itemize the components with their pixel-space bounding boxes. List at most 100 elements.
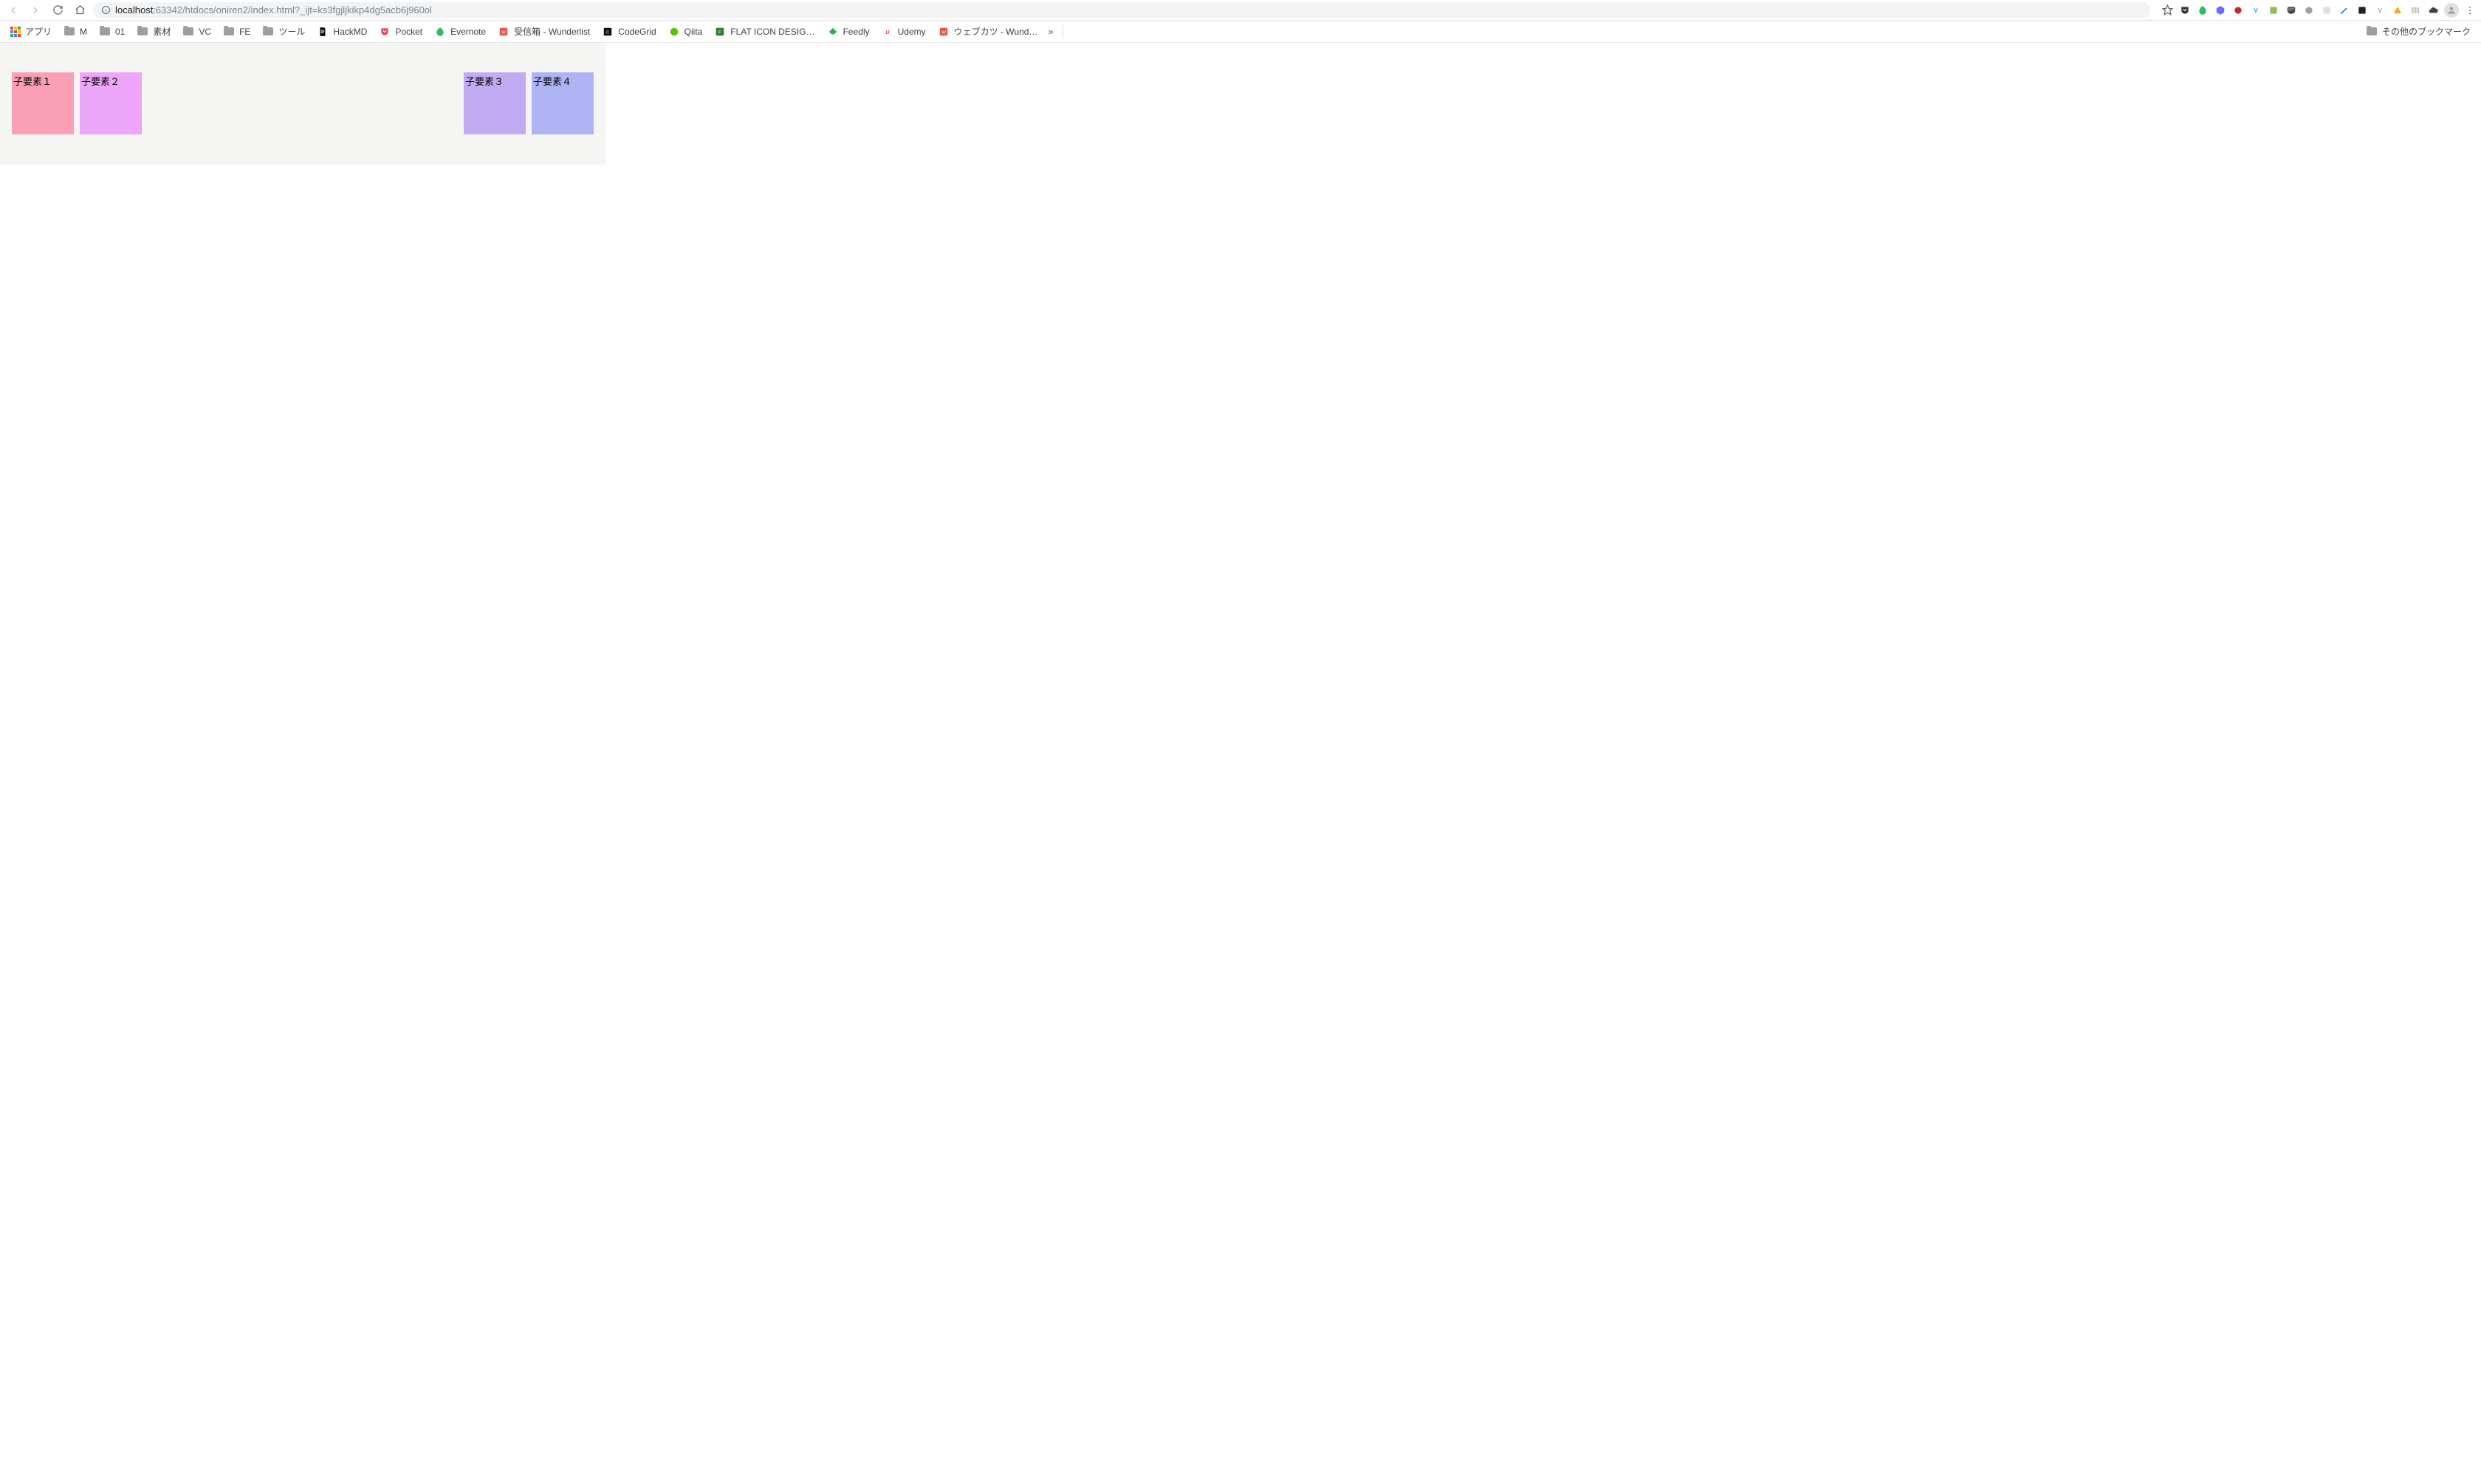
- bookmark-item[interactable]: W ウェブカツ - Wund…: [933, 22, 1043, 41]
- bookmark-item[interactable]: F FLAT ICON DESIG…: [710, 23, 819, 41]
- bookmark-folder[interactable]: M: [59, 23, 92, 41]
- bookmark-item-label: FLAT ICON DESIG…: [730, 27, 814, 37]
- profile-avatar[interactable]: [2444, 3, 2459, 18]
- bookmark-item-label: Feedly: [843, 27, 870, 37]
- address-bar[interactable]: localhost:63342/htdocs/oniren2/index.htm…: [93, 2, 2150, 18]
- browser-menu-button[interactable]: [2463, 4, 2477, 17]
- svg-text:C: C: [606, 30, 609, 35]
- bookmark-item-label: ウェブカツ - Wund…: [954, 25, 1038, 38]
- bookmark-item-label: Evernote: [450, 27, 486, 37]
- address-path: :63342/htdocs/oniren2/index.html?_ijt=ks…: [153, 4, 432, 16]
- pencil-ext-icon[interactable]: [2338, 4, 2351, 17]
- apps-button[interactable]: アプリ: [6, 22, 56, 41]
- home-button[interactable]: [71, 1, 89, 19]
- wunder-icon: W: [498, 26, 509, 38]
- browser-chrome: localhost:63342/htdocs/oniren2/index.htm…: [0, 0, 2481, 43]
- cube-ext-icon[interactable]: [2214, 4, 2227, 17]
- bookmark-folder-label: VC: [199, 27, 211, 37]
- forward-button[interactable]: [27, 1, 44, 19]
- apps-label: アプリ: [25, 25, 52, 38]
- bookmark-item[interactable]: Qiita: [664, 23, 707, 41]
- bookmark-item-label: Udemy: [898, 27, 926, 37]
- webkatsu-icon: W: [938, 26, 950, 38]
- child-box-1: 子要素１: [12, 72, 74, 134]
- evernote-icon: [434, 26, 446, 38]
- pocket-icon: [379, 26, 391, 38]
- star-icon[interactable]: [2161, 4, 2174, 17]
- folder-icon: [99, 26, 111, 38]
- folder-icon: [2366, 26, 2378, 38]
- svg-text:W: W: [941, 30, 946, 35]
- folder-icon: [137, 26, 148, 38]
- qiita-icon: [668, 26, 680, 38]
- y-ext-icon[interactable]: V: [2249, 4, 2262, 17]
- bookmark-item-label: 受信箱 - Wunderlist: [514, 25, 590, 38]
- svg-text:V: V: [2254, 7, 2258, 13]
- barcode-ext-icon[interactable]: [2409, 4, 2422, 17]
- bookmark-item-label: HackMD: [333, 27, 367, 37]
- reload-button[interactable]: [49, 1, 66, 19]
- bookmark-item-label: Qiita: [684, 27, 703, 37]
- bookmark-folder[interactable]: 01: [95, 23, 129, 41]
- codegrid-icon: C: [602, 26, 614, 38]
- svg-text:u: u: [885, 27, 890, 35]
- udemy-icon: u: [882, 26, 893, 38]
- drive-ext-icon[interactable]: [2391, 4, 2404, 17]
- bookmark-folder-label: 素材: [153, 25, 171, 38]
- grey-v-icon[interactable]: V: [2373, 4, 2386, 17]
- svg-text:F: F: [718, 30, 721, 35]
- pocket-ext-icon[interactable]: [2178, 4, 2192, 17]
- folder-icon: [262, 26, 274, 38]
- folder-icon: [182, 26, 194, 38]
- green-ext-icon[interactable]: [2267, 4, 2280, 17]
- flaticon-icon: F: [714, 26, 726, 38]
- bookmark-folder-label: 01: [115, 27, 125, 37]
- svg-text:OFF: OFF: [2288, 7, 2295, 11]
- bookmark-item[interactable]: Pocket: [374, 23, 427, 41]
- bookmark-folder-label: ツール: [278, 25, 305, 38]
- bookmark-folder[interactable]: ツール: [258, 22, 309, 41]
- back-button[interactable]: [4, 1, 22, 19]
- bookmarks-bar: アプリ M 01 素材 VC FE ツール HackMD Pocket Evernote W 受信…: [0, 21, 2481, 43]
- child-box-3: 子要素３: [464, 72, 526, 134]
- child-box-2: 子要素２: [80, 72, 142, 134]
- address-text: localhost:63342/htdocs/oniren2/index.htm…: [115, 4, 432, 16]
- bookmark-folder[interactable]: VC: [178, 23, 216, 41]
- doc-icon: [317, 26, 329, 38]
- empty-ext-icon[interactable]: [2320, 4, 2333, 17]
- bookmark-folder[interactable]: 素材: [132, 22, 175, 41]
- bookmark-item[interactable]: W 受信箱 - Wunderlist: [493, 22, 594, 41]
- bookmark-folder-label: FE: [239, 27, 250, 37]
- flex-gap: [148, 72, 458, 135]
- bookmarks-overflow[interactable]: »: [1045, 26, 1056, 37]
- child-box-4: 子要素４: [532, 72, 594, 134]
- flex-container: 子要素１子要素２ 子要素３子要素４: [0, 43, 605, 165]
- other-bookmarks-label: その他のブックマーク: [2382, 25, 2471, 38]
- other-bookmarks[interactable]: その他のブックマーク: [2361, 22, 2475, 41]
- grey-circle-icon[interactable]: [2302, 4, 2316, 17]
- bookmark-folder[interactable]: FE: [219, 23, 255, 41]
- bookmark-item-label: Pocket: [395, 27, 422, 37]
- cloud-ext-icon[interactable]: [2426, 4, 2440, 17]
- site-info-icon[interactable]: [100, 5, 111, 16]
- apps-grid-icon: [10, 27, 21, 37]
- folder-icon: [64, 26, 75, 38]
- bookmark-item[interactable]: HackMD: [312, 23, 371, 41]
- bookmark-item[interactable]: Feedly: [823, 23, 874, 41]
- evernote-ext-icon[interactable]: [2196, 4, 2209, 17]
- bookmark-item-label: CodeGrid: [618, 27, 656, 37]
- bookmark-folder-label: M: [80, 27, 87, 37]
- bookmark-item[interactable]: Evernote: [430, 23, 490, 41]
- toolbar-right: V OFF V: [2161, 4, 2440, 17]
- panda-ext-icon[interactable]: [2231, 4, 2245, 17]
- dark-ext-icon[interactable]: [2355, 4, 2369, 17]
- bookmark-item[interactable]: u Udemy: [877, 23, 930, 41]
- off-ext-icon[interactable]: OFF: [2285, 4, 2298, 17]
- browser-toolbar: localhost:63342/htdocs/oniren2/index.htm…: [0, 0, 2481, 21]
- feedly-icon: [827, 26, 839, 38]
- address-host: localhost: [115, 4, 153, 16]
- folder-icon: [223, 26, 235, 38]
- bookmark-item[interactable]: C CodeGrid: [597, 23, 660, 41]
- svg-text:V: V: [2378, 7, 2382, 13]
- svg-text:W: W: [501, 30, 506, 35]
